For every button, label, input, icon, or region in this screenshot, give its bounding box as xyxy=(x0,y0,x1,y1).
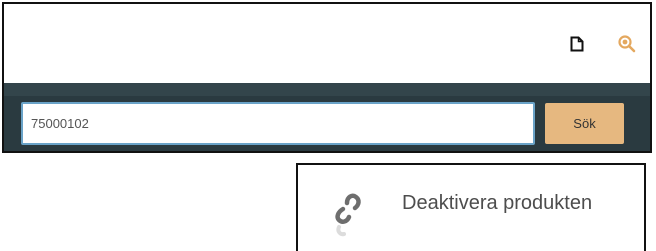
action-menu: Deaktivera produkten xyxy=(296,163,646,251)
unlink-icon xyxy=(335,193,361,237)
search-icon xyxy=(618,34,636,52)
search-input[interactable] xyxy=(21,102,535,145)
new-document-button[interactable] xyxy=(550,4,604,83)
search-panel: Sök xyxy=(2,2,652,153)
search-bar: Sök xyxy=(4,83,650,151)
deactivate-product-label: Deaktivera produkten xyxy=(402,192,593,214)
search-bar-strip xyxy=(4,83,650,96)
header-bar xyxy=(4,4,650,83)
document-icon xyxy=(570,36,584,51)
search-button[interactable]: Sök xyxy=(545,103,624,144)
search-toggle-button[interactable] xyxy=(604,4,650,83)
deactivate-product-item[interactable]: Deaktivera produkten xyxy=(298,165,644,251)
